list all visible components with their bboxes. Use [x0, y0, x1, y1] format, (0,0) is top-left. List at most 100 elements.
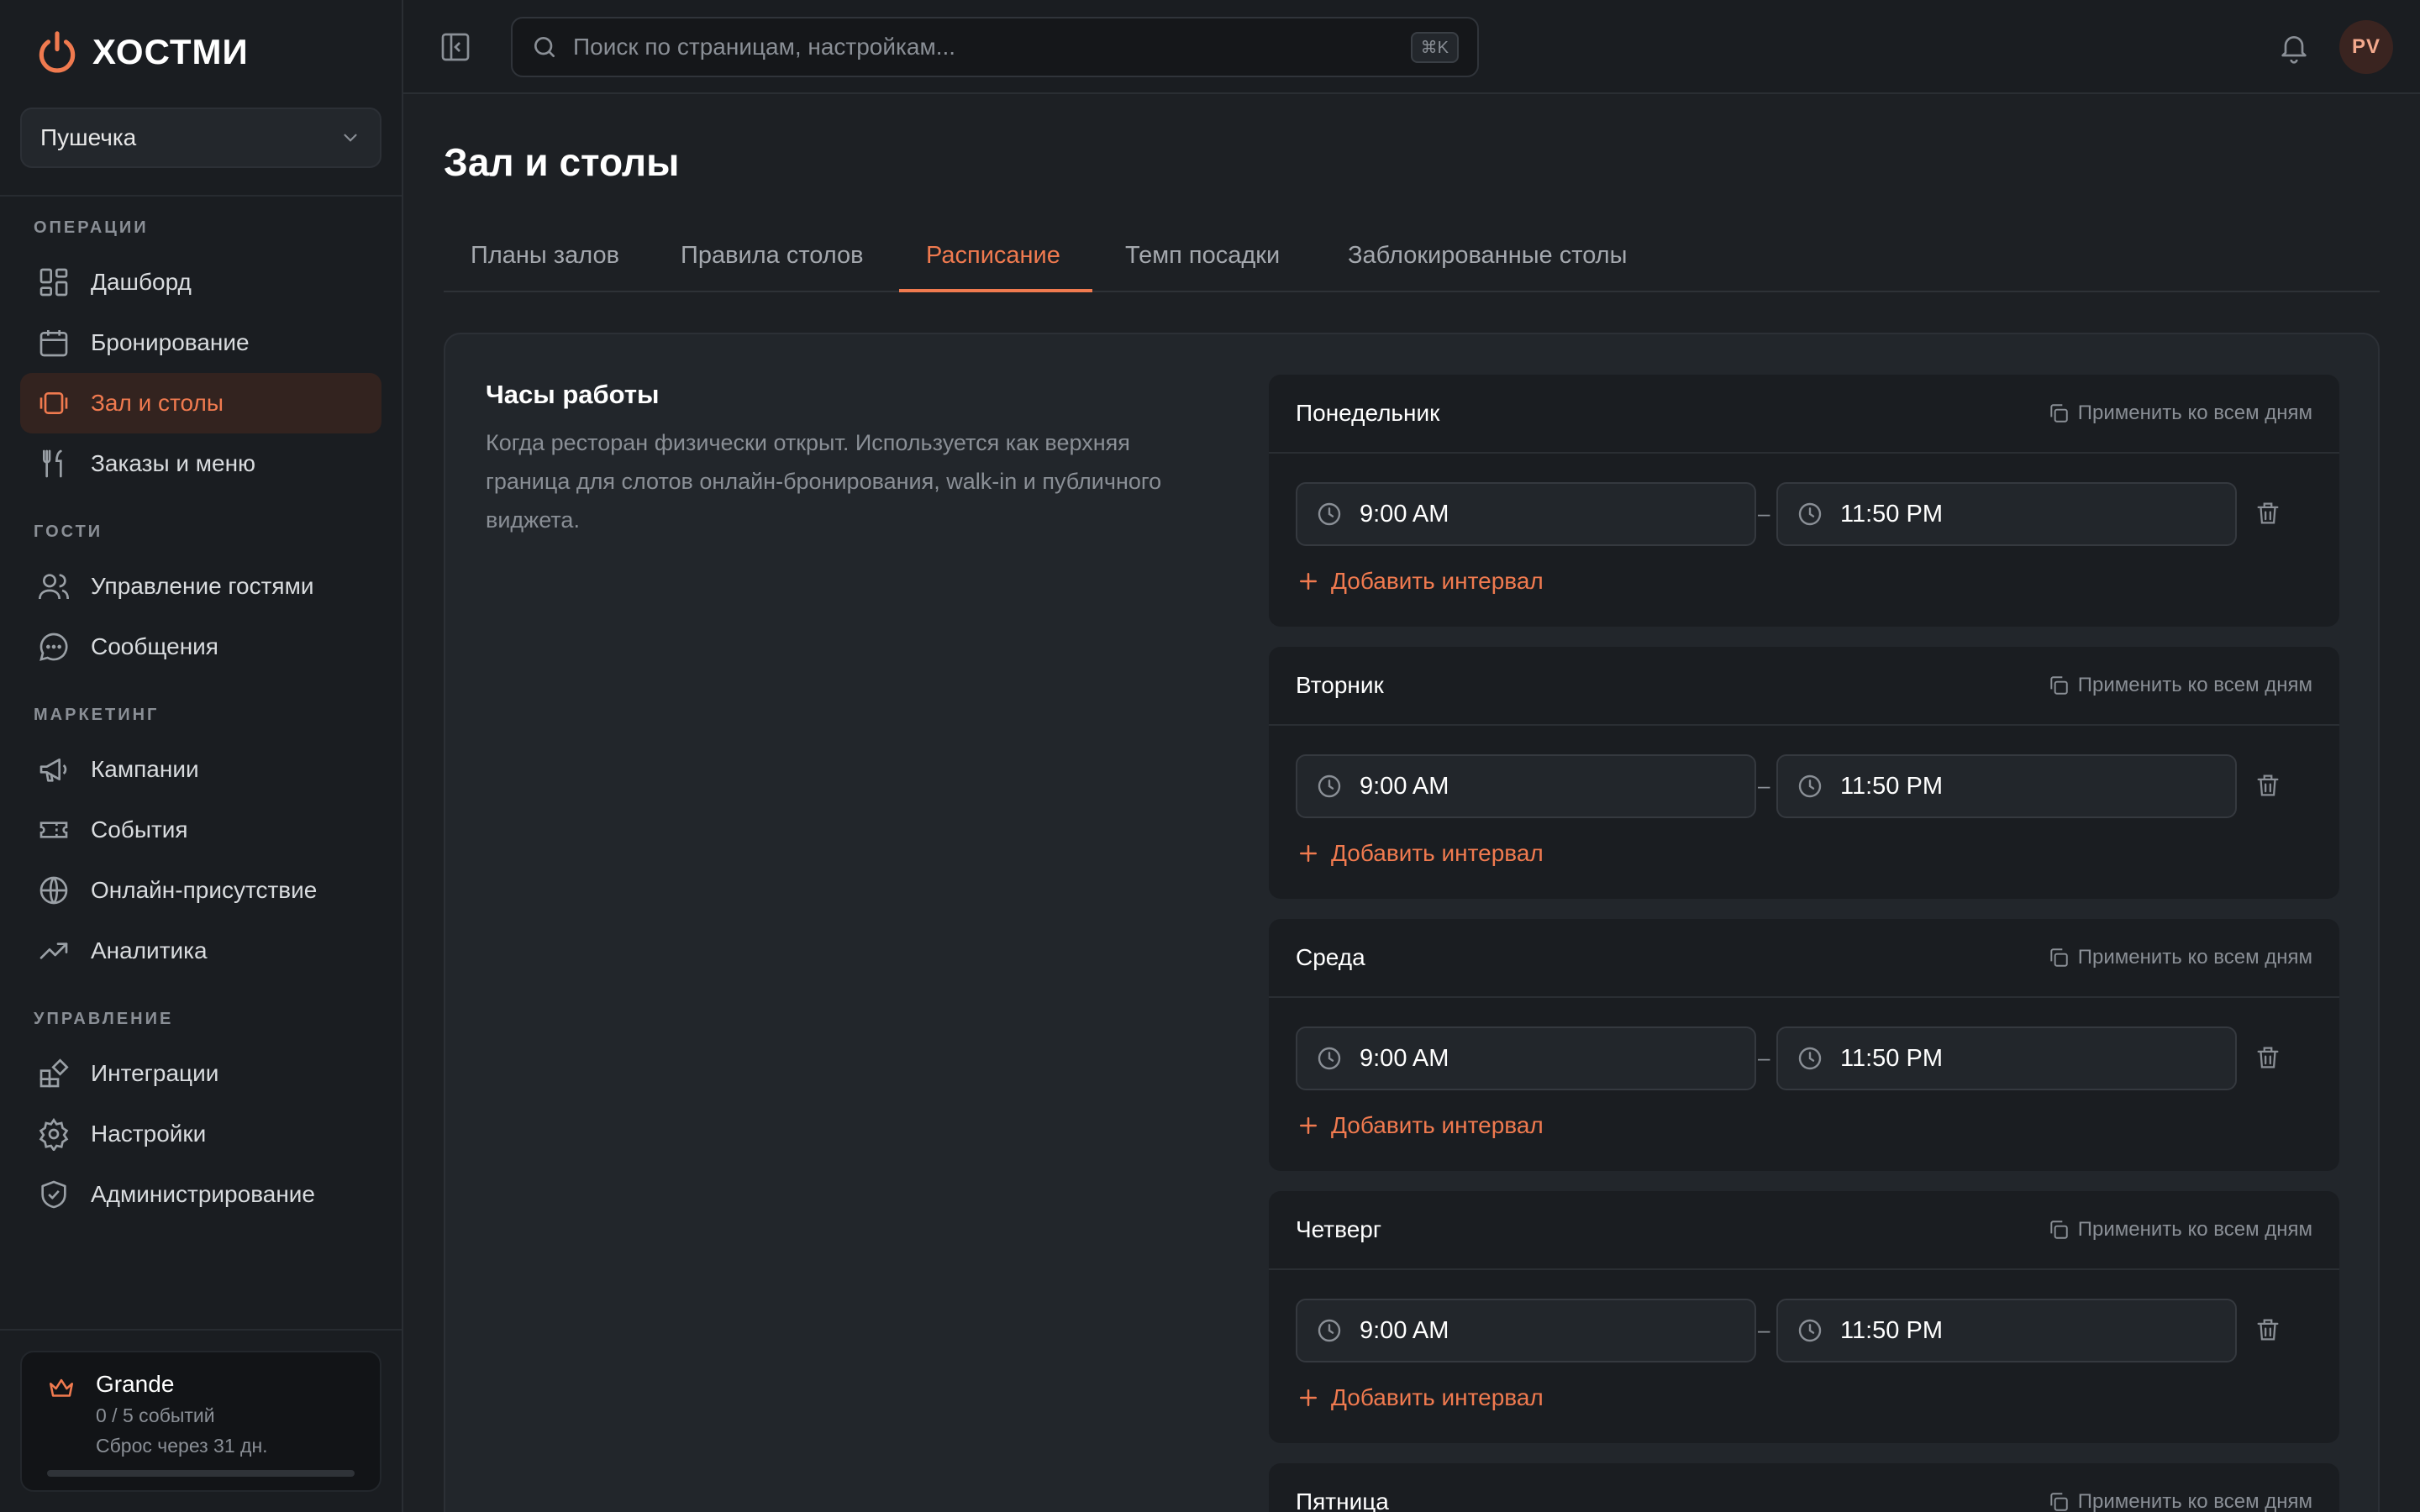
trash-icon[interactable]	[2254, 1315, 2282, 1344]
venue-select[interactable]: Пушечка	[20, 108, 381, 168]
day-header: Среда Применить ко всем дням	[1269, 919, 2339, 998]
day-card-friday: Пятница Применить ко всем дням	[1269, 1463, 2339, 1512]
sidebar-item-events[interactable]: События	[20, 800, 381, 860]
apply-all-days-button[interactable]: Применить ко всем дням	[2048, 1490, 2312, 1512]
start-time-field[interactable]: 9:00 AM	[1296, 754, 1756, 818]
sidebar-item-orders[interactable]: Заказы и меню	[20, 433, 381, 494]
sidebar-item-dashboard[interactable]: Дашборд	[20, 252, 381, 312]
day-card-monday: Понедельник Применить ко всем дням 9:00 …	[1269, 375, 2339, 627]
tab-hall-plans[interactable]: Планы залов	[471, 242, 619, 270]
crown-icon	[49, 1378, 74, 1397]
working-hours-panel: Часы работы Когда ресторан физически отк…	[444, 333, 2380, 1512]
start-time-field[interactable]: 9:00 AM	[1296, 482, 1756, 546]
venue-name: Пушечка	[40, 124, 137, 150]
tab-seating-pace[interactable]: Темп посадки	[1125, 242, 1280, 270]
apply-all-days-label: Применить ко всем дням	[2077, 674, 2312, 696]
sidebar-item-label: События	[91, 816, 188, 843]
day-card-wednesday: Среда Применить ко всем дням 9:00 AM – 1…	[1269, 919, 2339, 1171]
megaphone-icon	[39, 759, 67, 782]
top-bar: ⌘K PV	[403, 0, 2420, 94]
trash-icon[interactable]	[2254, 499, 2282, 528]
sidebar-item-booking[interactable]: Бронирование	[20, 312, 381, 373]
time-range-separator: –	[1758, 1317, 1770, 1342]
start-time-value: 9:00 AM	[1360, 500, 1449, 528]
start-time-value: 9:00 AM	[1360, 772, 1449, 800]
tab-bar: Планы залов Правила столов Расписание Те…	[444, 225, 2380, 292]
shield-check-icon	[41, 1180, 66, 1209]
add-interval-button[interactable]: Добавить интервал	[1296, 1384, 1544, 1411]
apply-all-days-label: Применить ко всем дням	[2077, 946, 2312, 969]
search-icon	[534, 37, 555, 57]
end-time-value: 11:50 PM	[1840, 1044, 1943, 1072]
apply-all-days-button[interactable]: Применить ко всем дням	[2048, 946, 2312, 969]
sidebar-item-administration[interactable]: Администрирование	[20, 1164, 381, 1225]
working-hours-description: Когда ресторан физически открыт. Использ…	[486, 430, 1162, 533]
sidebar-item-settings[interactable]: Настройки	[20, 1104, 381, 1164]
gear-icon	[39, 1117, 69, 1151]
sidebar-item-online-presence[interactable]: Онлайн-присутствие	[20, 860, 381, 921]
sidebar-item-campaigns[interactable]: Кампании	[20, 739, 381, 800]
add-interval-button[interactable]: Добавить интервал	[1296, 840, 1544, 867]
copy-icon	[2050, 948, 2068, 967]
day-name: Понедельник	[1296, 400, 1440, 426]
tab-schedule[interactable]: Расписание	[926, 242, 1060, 270]
clock-icon	[1798, 1047, 1822, 1070]
plan-card[interactable]: Grande 0 / 5 событий Сброс через 31 дн.	[20, 1351, 381, 1492]
sidebar-item-label: Заказы и меню	[91, 450, 256, 476]
sidebar-item-tables[interactable]: Зал и столы	[20, 373, 381, 433]
sidebar-item-analytics[interactable]: Аналитика	[20, 921, 381, 981]
bell-icon[interactable]	[2277, 30, 2311, 64]
plus-icon	[1300, 573, 1317, 590]
sidebar-item-messages[interactable]: Сообщения	[20, 617, 381, 677]
sidebar-item-guest-management[interactable]: Управление гостями	[20, 556, 381, 617]
trash-icon[interactable]	[2254, 771, 2282, 800]
chat-icon	[39, 633, 68, 661]
clock-icon	[1318, 1047, 1341, 1070]
plan-usage: 0 / 5 событий	[96, 1404, 215, 1426]
tab-table-rules[interactable]: Правила столов	[681, 242, 864, 270]
users-icon	[39, 574, 69, 600]
sidebar-item-integrations[interactable]: Интеграции	[20, 1043, 381, 1104]
plus-icon	[1300, 845, 1317, 862]
day-header: Понедельник Применить ко всем дням	[1269, 375, 2339, 454]
time-range-separator: –	[1758, 501, 1770, 526]
sidebar-item-label: Интеграции	[91, 1060, 219, 1086]
globe-icon	[39, 876, 68, 905]
end-time-field[interactable]: 11:50 PM	[1776, 482, 2237, 546]
sidebar: ХОСТМИ Пушечка ОПЕРАЦИИ Дашборд Брониров…	[0, 0, 403, 1512]
time-range-separator: –	[1758, 1045, 1770, 1070]
apply-all-days-button[interactable]: Применить ко всем дням	[2048, 1218, 2312, 1242]
end-time-field[interactable]: 11:50 PM	[1776, 1026, 2237, 1090]
puzzle-icon	[39, 1058, 69, 1088]
user-avatar[interactable]: PV	[2339, 20, 2393, 74]
add-interval-button[interactable]: Добавить интервал	[1296, 1112, 1544, 1139]
add-interval-button[interactable]: Добавить интервал	[1296, 568, 1544, 595]
dashboard-icon	[39, 268, 68, 297]
apply-all-days-button[interactable]: Применить ко всем дням	[2048, 402, 2312, 425]
day-header: Вторник Применить ко всем дням	[1269, 647, 2339, 726]
end-time-field[interactable]: 11:50 PM	[1776, 1299, 2237, 1362]
start-time-field[interactable]: 9:00 AM	[1296, 1299, 1756, 1362]
apply-all-days-button[interactable]: Применить ко всем дням	[2048, 674, 2312, 697]
clock-icon	[1318, 774, 1341, 798]
search-input[interactable]	[573, 34, 1411, 60]
flame-power-icon	[39, 31, 76, 73]
app-logo[interactable]: ХОСТМИ	[34, 25, 249, 79]
chevron-down-icon	[344, 134, 357, 142]
sidebar-item-label: Настройки	[91, 1121, 207, 1147]
day-name: Вторник	[1296, 672, 1384, 698]
start-time-field[interactable]: 9:00 AM	[1296, 1026, 1756, 1090]
sidebar-item-label: Сообщения	[91, 633, 218, 659]
search-bar[interactable]: ⌘K	[511, 17, 1479, 77]
apply-all-days-label: Применить ко всем дням	[2077, 1490, 2312, 1512]
plan-reset: Сброс через 31 дн.	[96, 1435, 268, 1457]
sidebar-item-label: Администрирование	[91, 1181, 315, 1207]
sidebar-toggle-icon[interactable]	[439, 30, 472, 64]
end-time-field[interactable]: 11:50 PM	[1776, 754, 2237, 818]
trash-icon[interactable]	[2254, 1043, 2282, 1072]
day-card-tuesday: Вторник Применить ко всем дням 9:00 AM –…	[1269, 647, 2339, 899]
tab-blocked-tables[interactable]: Заблокированные столы	[1348, 242, 1627, 270]
day-name: Четверг	[1296, 1216, 1382, 1242]
fork-knife-icon	[43, 449, 62, 478]
day-card-thursday: Четверг Применить ко всем дням 9:00 AM –…	[1269, 1191, 2339, 1443]
